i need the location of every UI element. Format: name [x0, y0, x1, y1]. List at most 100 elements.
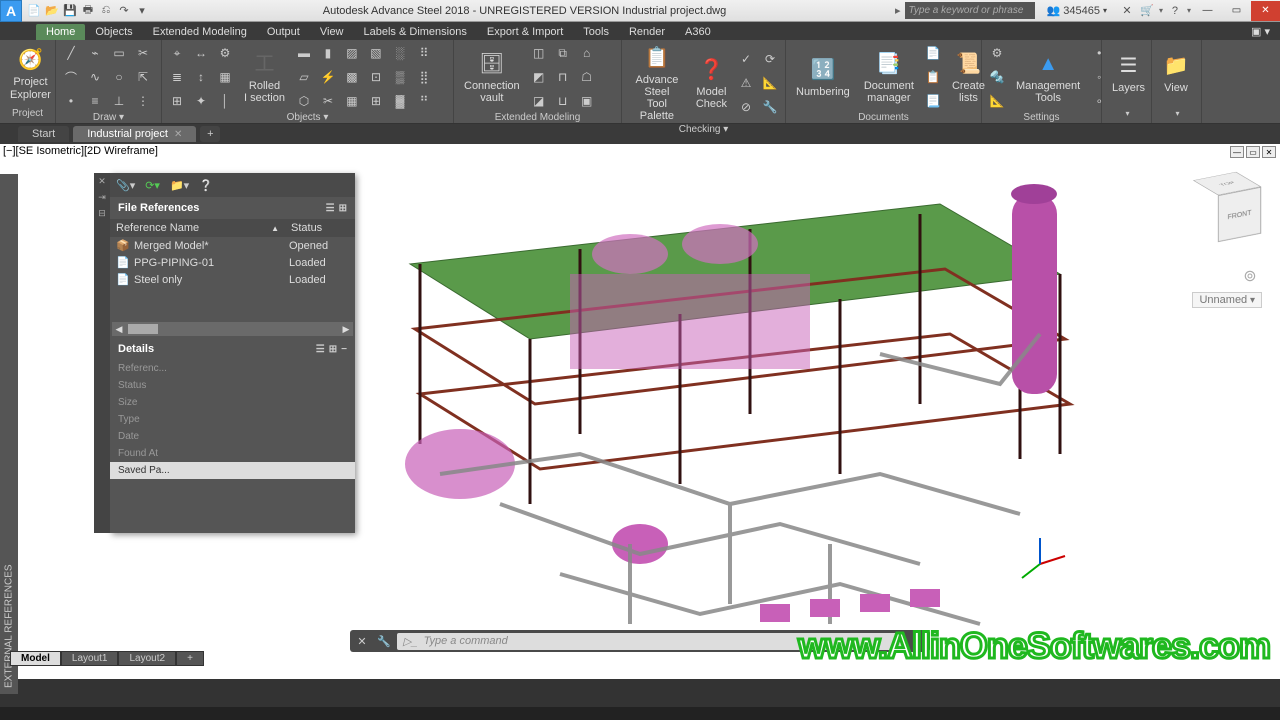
numbering-button[interactable]: 🔢 Numbering: [790, 54, 856, 100]
bolt-icon[interactable]: ⬡: [293, 90, 315, 112]
details-view1-icon[interactable]: ☰: [316, 344, 325, 355]
cut-icon[interactable]: ✂: [317, 90, 339, 112]
vp-maximize-icon[interactable]: ▭: [1246, 146, 1260, 158]
chk4-icon[interactable]: ⟳: [759, 48, 781, 70]
grating-3-icon[interactable]: ▦: [341, 90, 363, 112]
scroll-right-icon[interactable]: ▶: [339, 324, 353, 335]
connection-vault-button[interactable]: 🗄 Connection vault: [458, 48, 526, 106]
col-reference-name[interactable]: Reference Name▲: [110, 222, 285, 234]
divide-icon[interactable]: ⋮: [132, 90, 154, 112]
compass-icon[interactable]: ✦: [190, 90, 212, 112]
tab-extended-modeling[interactable]: Extended Modeling: [143, 24, 257, 40]
set1-icon[interactable]: ⚙: [986, 42, 1008, 64]
tab-home[interactable]: Home: [36, 24, 85, 40]
palette-close-icon[interactable]: ✕: [96, 175, 108, 187]
frame-icon[interactable]: ▦: [214, 66, 236, 88]
minimize-button[interactable]: —: [1193, 1, 1222, 21]
doc-tab-start[interactable]: Start: [18, 126, 69, 142]
tab-a360[interactable]: A360: [675, 24, 721, 40]
beam-icon[interactable]: ▬: [293, 42, 315, 64]
panel-title-checking[interactable]: Checking ▾: [626, 124, 781, 135]
ref-row-merged[interactable]: 📦Merged Model*Opened: [110, 237, 355, 254]
chk2-icon[interactable]: ⚠: [735, 72, 757, 94]
help-search-input[interactable]: Type a keyword or phrase: [905, 2, 1035, 19]
plate-icon[interactable]: ▱: [293, 66, 315, 88]
hatch-1-icon[interactable]: ░: [389, 42, 411, 64]
palette-hscroll[interactable]: ◀▶: [112, 322, 353, 336]
vp-minimize-icon[interactable]: —: [1230, 146, 1244, 158]
view-name-label[interactable]: Unnamed ▾: [1192, 292, 1262, 308]
ext9-icon[interactable]: ▣: [576, 90, 598, 112]
qat-undo-icon[interactable]: ⎌: [98, 3, 114, 19]
qat-dropdown-icon[interactable]: ▾: [134, 3, 150, 19]
qat-open-icon[interactable]: 📂: [44, 3, 60, 19]
maximize-button[interactable]: ▭: [1222, 1, 1251, 21]
details-view2-icon[interactable]: ⊞: [329, 344, 337, 355]
qat-save-icon[interactable]: 💾: [62, 3, 78, 19]
chk5-icon[interactable]: 📐: [759, 72, 781, 94]
set3-icon[interactable]: 📐: [986, 90, 1008, 112]
ext3-icon[interactable]: ◪: [528, 90, 550, 112]
chk3-icon[interactable]: ⊘: [735, 96, 757, 118]
ref-row-piping[interactable]: 📄PPG-PIPING-01Loaded: [110, 254, 355, 271]
tab-view[interactable]: View: [310, 24, 354, 40]
tab-render[interactable]: Render: [619, 24, 675, 40]
ref-row-steel[interactable]: 📄Steel onlyLoaded: [110, 271, 355, 288]
tab-output[interactable]: Output: [257, 24, 310, 40]
external-references-tab[interactable]: EXTERNAL REFERENCES: [0, 174, 18, 694]
list-view-icon[interactable]: ☰: [326, 203, 335, 214]
special-icon[interactable]: ⚙: [214, 42, 236, 64]
viewcube-front[interactable]: FRONT: [1218, 187, 1261, 243]
layers-button[interactable]: ☰ Layers: [1106, 50, 1151, 96]
panel-title-view[interactable]: [1156, 105, 1197, 121]
refresh-icon[interactable]: ⟳▾: [145, 179, 160, 192]
wheel-icon[interactable]: ⊚: [1238, 264, 1262, 288]
weld-icon[interactable]: ⚡: [317, 66, 339, 88]
panel-title-objects[interactable]: Objects ▾: [166, 112, 449, 123]
cart-icon[interactable]: 🛒: [1139, 3, 1155, 19]
ribbon-menu-icon[interactable]: ▣ ▾: [1241, 23, 1280, 40]
ext6-icon[interactable]: ⊔: [552, 90, 574, 112]
hatch-3-icon[interactable]: ▓: [389, 90, 411, 112]
dots-2-icon[interactable]: ⣿: [413, 66, 435, 88]
app-logo[interactable]: A: [0, 0, 22, 22]
project-explorer-button[interactable]: 🧭 Project Explorer: [4, 44, 57, 102]
col-status[interactable]: Status: [285, 222, 355, 234]
layout-tab-2[interactable]: Layout2: [118, 651, 176, 666]
tab-tools[interactable]: Tools: [573, 24, 619, 40]
management-tools-button[interactable]: ▲ Management Tools: [1010, 48, 1086, 106]
doc3-icon[interactable]: 📃: [922, 90, 944, 112]
ext7-icon[interactable]: ⌂: [576, 42, 598, 64]
rod-icon[interactable]: │: [214, 90, 236, 112]
add-layout-tab[interactable]: +: [176, 651, 204, 666]
qat-redo-icon[interactable]: ↷: [116, 3, 132, 19]
document-manager-button[interactable]: 📑 Document manager: [858, 48, 920, 106]
chk1-icon[interactable]: ✓: [735, 48, 757, 70]
dots-3-icon[interactable]: ⠛: [413, 90, 435, 112]
signin-button[interactable]: 👥345465▾: [1039, 4, 1115, 17]
column-icon[interactable]: ▮: [317, 42, 339, 64]
grid-icon[interactable]: ⊞: [166, 90, 188, 112]
level-icon[interactable]: ≣: [166, 66, 188, 88]
ext8-icon[interactable]: ☖: [576, 66, 598, 88]
axis-y-icon[interactable]: ↕: [190, 66, 212, 88]
ext1-icon[interactable]: ◫: [528, 42, 550, 64]
line-icon[interactable]: ╱: [60, 42, 82, 64]
details-view3-icon[interactable]: −: [341, 344, 347, 355]
grating-2-icon[interactable]: ▩: [341, 66, 363, 88]
panel-title-draw[interactable]: Draw ▾: [60, 112, 157, 123]
add-document-tab[interactable]: +: [200, 126, 220, 142]
cmd-close-icon[interactable]: ✕: [353, 632, 371, 650]
rectangle-icon[interactable]: ▭: [108, 42, 130, 64]
layout-tab-1[interactable]: Layout1: [61, 651, 119, 666]
grating-6-icon[interactable]: ⊞: [365, 90, 387, 112]
qat-new-icon[interactable]: 📄: [26, 3, 42, 19]
view-button[interactable]: 📁 View: [1156, 50, 1196, 96]
tab-labels-dimensions[interactable]: Labels & Dimensions: [354, 24, 477, 40]
chk6-icon[interactable]: 🔧: [759, 96, 781, 118]
doc2-icon[interactable]: 📋: [922, 66, 944, 88]
panel-title-layers[interactable]: [1106, 105, 1147, 121]
exchange-icon[interactable]: ✕: [1119, 3, 1135, 19]
rolled-isection-button[interactable]: 工 Rolled I section: [238, 48, 291, 106]
grating-5-icon[interactable]: ⊡: [365, 66, 387, 88]
